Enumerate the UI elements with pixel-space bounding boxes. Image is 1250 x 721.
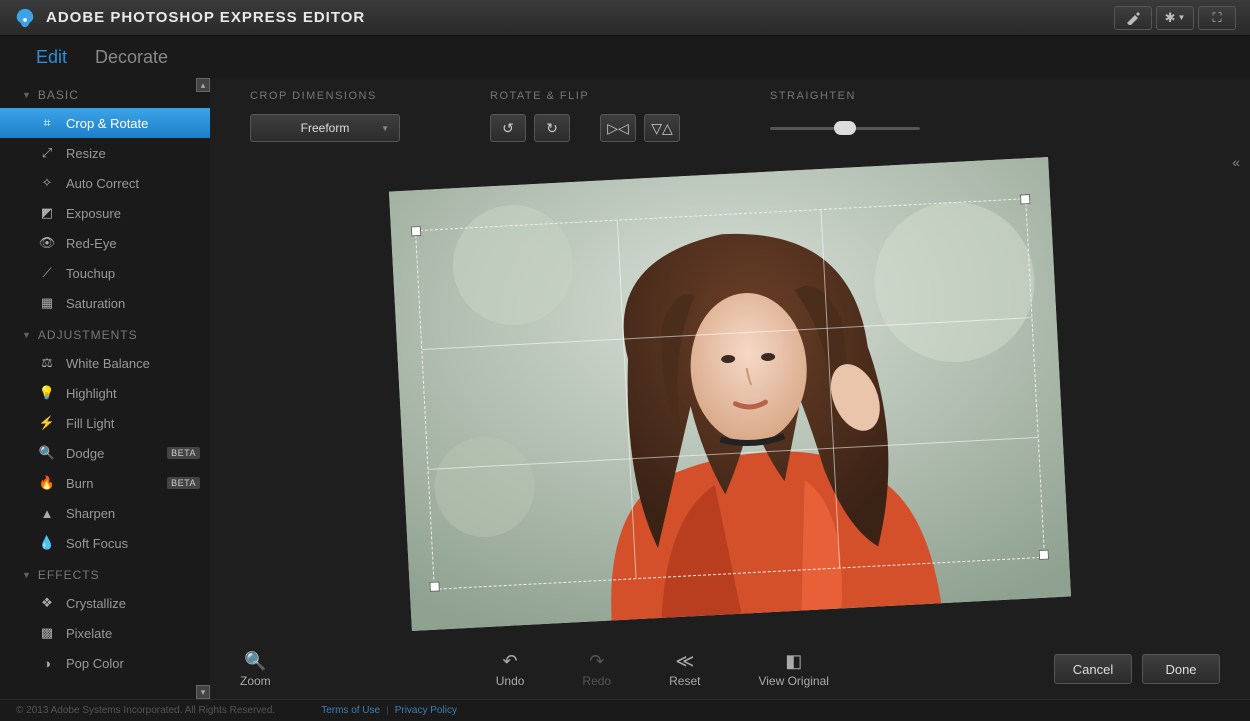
crop-dimensions-group: CROP DIMENSIONS Freeform	[250, 90, 400, 148]
group-effects[interactable]: ▼EFFECTS	[0, 558, 210, 588]
group-basic[interactable]: ▼BASIC	[0, 78, 210, 108]
sidebar-item-auto-correct[interactable]: ✧Auto Correct	[0, 168, 210, 198]
straighten-slider[interactable]	[770, 114, 920, 142]
zoom-icon: 🔍	[244, 651, 266, 672]
search-icon: 🔍	[38, 444, 56, 462]
done-button[interactable]: Done	[1142, 654, 1220, 684]
flip-vertical-button[interactable]: ▽△	[644, 114, 680, 142]
eye-icon: 👁	[38, 234, 56, 252]
crop-handle-bl[interactable]	[429, 581, 440, 592]
header-settings-button[interactable]: ✱ ▼	[1156, 6, 1194, 30]
rotate-ccw-button[interactable]: ↺	[490, 114, 526, 142]
compare-icon: ◧	[785, 651, 802, 672]
sidebar-item-fill-light[interactable]: ⚡Fill Light	[0, 408, 210, 438]
sidebar-item-highlight[interactable]: 💡Highlight	[0, 378, 210, 408]
sidebar-item-resize[interactable]: ⤢Resize	[0, 138, 210, 168]
zoom-button[interactable]: 🔍Zoom	[240, 651, 271, 688]
undo-icon: ↶	[503, 651, 518, 672]
bottom-toolbar: 🔍Zoom ↶Undo ↷Redo ≪Reset ◧View Original …	[210, 639, 1250, 699]
wand-icon: ✧	[38, 174, 56, 192]
sidebar-item-exposure[interactable]: ◩Exposure	[0, 198, 210, 228]
sidebar-item-pop-color[interactable]: ◑Pop Color	[0, 648, 210, 678]
cancel-button[interactable]: Cancel	[1054, 654, 1132, 684]
sidebar-item-dodge[interactable]: 🔍DodgeBETA	[0, 438, 210, 468]
resize-icon: ⤢	[38, 144, 56, 162]
bulb-icon: 💡	[38, 384, 56, 402]
sidebar-item-crop-rotate[interactable]: ⌗Crop & Rotate	[0, 108, 210, 138]
terms-link[interactable]: Terms of Use	[321, 705, 380, 716]
tab-decorate[interactable]: Decorate	[81, 39, 182, 78]
header-tool-button[interactable]	[1114, 6, 1152, 30]
sidebar-scroll-down[interactable]: ▾	[196, 685, 210, 699]
straighten-group: STRAIGHTEN	[770, 90, 920, 148]
pop-icon: ◑	[38, 654, 56, 672]
sidebar-item-pixelate[interactable]: ▩Pixelate	[0, 618, 210, 648]
rotate-flip-group: ROTATE & FLIP ↺ ↻ ▷◁ ▽△	[490, 90, 680, 148]
sidebar-item-crystallize[interactable]: ❖Crystallize	[0, 588, 210, 618]
photo[interactable]	[389, 157, 1071, 631]
triangle-icon: ▲	[38, 504, 56, 522]
slider-thumb[interactable]	[834, 121, 856, 135]
sidebar-item-sharpen[interactable]: ▲Sharpen	[0, 498, 210, 528]
flame-icon: 🔥	[38, 474, 56, 492]
sidebar-scroll-up[interactable]: ▴	[196, 78, 210, 92]
redo-icon: ↷	[589, 651, 604, 672]
tab-edit[interactable]: Edit	[22, 39, 81, 78]
rotate-cw-button[interactable]: ↻	[534, 114, 570, 142]
redo-button[interactable]: ↷Redo	[582, 651, 611, 688]
app-header: ADOBE PHOTOSHOP EXPRESS EDITOR ✱ ▼ ⛶	[0, 0, 1250, 36]
view-original-button[interactable]: ◧View Original	[758, 651, 828, 688]
scale-icon: ⚖	[38, 354, 56, 372]
crop-dimensions-dropdown[interactable]: Freeform	[250, 114, 400, 142]
sidebar: ▴ ▼BASIC ⌗Crop & Rotate ⤢Resize ✧Auto Co…	[0, 78, 210, 699]
undo-button[interactable]: ↶Undo	[496, 651, 525, 688]
crop-frame[interactable]	[415, 198, 1045, 590]
sidebar-item-saturation[interactable]: ▦Saturation	[0, 288, 210, 318]
app-title: ADOBE PHOTOSHOP EXPRESS EDITOR	[46, 9, 365, 26]
bolt-icon: ⚡	[38, 414, 56, 432]
privacy-link[interactable]: Privacy Policy	[395, 705, 457, 716]
work-area: CROP DIMENSIONS Freeform ROTATE & FLIP ↺…	[210, 78, 1250, 699]
pixel-icon: ▩	[38, 624, 56, 642]
canvas[interactable]	[210, 148, 1250, 639]
crop-icon: ⌗	[38, 114, 56, 132]
crystal-icon: ❖	[38, 594, 56, 612]
sidebar-item-burn[interactable]: 🔥BurnBETA	[0, 468, 210, 498]
footer: © 2013 Adobe Systems Incorporated. All R…	[0, 699, 1250, 721]
crop-handle-tl[interactable]	[411, 225, 422, 236]
flip-horizontal-button[interactable]: ▷◁	[600, 114, 636, 142]
drop-icon: 💧	[38, 534, 56, 552]
group-adjustments[interactable]: ▼ADJUSTMENTS	[0, 318, 210, 348]
bandaid-icon: ⟋	[38, 264, 56, 282]
reset-button[interactable]: ≪Reset	[669, 651, 700, 688]
crop-handle-tr[interactable]	[1020, 194, 1031, 205]
sidebar-item-soft-focus[interactable]: 💧Soft Focus	[0, 528, 210, 558]
exposure-icon: ◩	[38, 204, 56, 222]
header-fullscreen-button[interactable]: ⛶	[1198, 6, 1236, 30]
reset-icon: ≪	[675, 651, 694, 672]
crop-handle-br[interactable]	[1039, 549, 1050, 560]
sidebar-item-white-balance[interactable]: ⚖White Balance	[0, 348, 210, 378]
main-tabs: Edit Decorate	[0, 36, 1250, 78]
app-logo-icon	[14, 7, 36, 29]
sidebar-item-red-eye[interactable]: 👁Red-Eye	[0, 228, 210, 258]
gradient-icon: ▦	[38, 294, 56, 312]
sidebar-item-touchup[interactable]: ⟋Touchup	[0, 258, 210, 288]
